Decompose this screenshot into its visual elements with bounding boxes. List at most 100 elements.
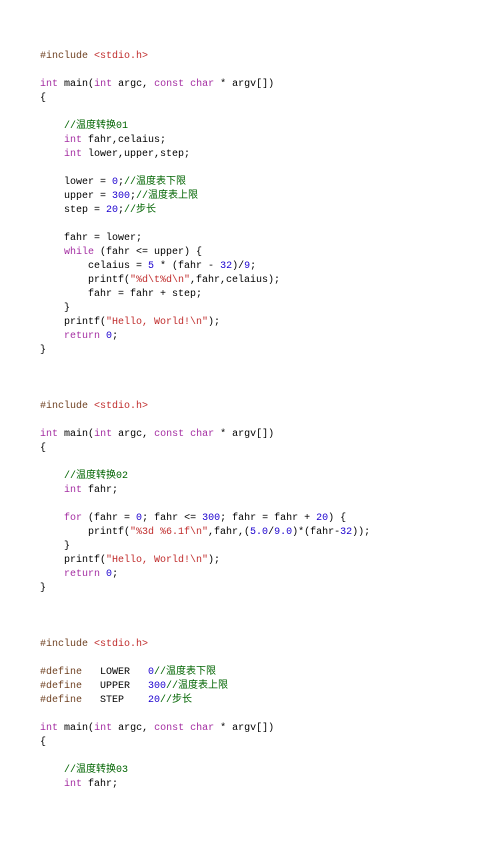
brace: } [40, 345, 46, 356]
comment: //温度表下限 [124, 177, 186, 188]
fn-main: main [64, 79, 88, 90]
txt: LOWER [82, 667, 148, 678]
txt: ) { [328, 513, 346, 524]
num: 32 [220, 261, 232, 272]
kw-int: int [64, 485, 82, 496]
fn-main: main [64, 429, 88, 440]
preproc-define: #define [40, 681, 82, 692]
kw-const: const [154, 79, 184, 90]
kw-int: int [64, 779, 82, 790]
txt: ; [112, 331, 118, 342]
txt: * argv[]) [214, 429, 274, 440]
num: 300 [202, 513, 220, 524]
txt: printf( [40, 275, 130, 286]
preproc-include: #include [40, 639, 88, 650]
kw-char: char [190, 79, 214, 90]
include-path: <stdio.h> [94, 401, 148, 412]
txt: * argv[]) [214, 79, 274, 90]
preproc-include: #include [40, 51, 88, 62]
txt: fahr; [82, 779, 118, 790]
txt: * (fahr - [154, 261, 220, 272]
num: 32 [340, 527, 352, 538]
code-block-1: #include <stdio.h> int main(int argc, co… [40, 50, 460, 792]
string: "%d\t%d\n" [130, 275, 190, 286]
txt: ; [112, 569, 118, 580]
txt: )/ [232, 261, 244, 272]
num: 20 [148, 695, 160, 706]
txt: lower = [40, 177, 112, 188]
txt: )*(fahr- [292, 527, 340, 538]
comment: //温度转换02 [64, 471, 128, 482]
preproc-include: #include [40, 401, 88, 412]
txt: ; fahr <= [142, 513, 202, 524]
brace: { [40, 443, 46, 454]
kw-char: char [190, 723, 214, 734]
txt: * argv[]) [214, 723, 274, 734]
txt: (fahr = [82, 513, 136, 524]
comment: //温度转换03 [64, 765, 128, 776]
preproc-define: #define [40, 695, 82, 706]
num: 20 [316, 513, 328, 524]
txt: step = [40, 205, 106, 216]
txt: ); [208, 555, 220, 566]
txt: ,fahr,celaius); [190, 275, 280, 286]
txt: lower,upper,step; [82, 149, 190, 160]
kw-int: int [94, 79, 112, 90]
comment: //步长 [124, 205, 156, 216]
string: "Hello, World!\n" [106, 555, 208, 566]
txt: ); [208, 317, 220, 328]
comment: //温度转换01 [64, 121, 128, 132]
txt: argc, [112, 723, 154, 734]
kw-int: int [64, 149, 82, 160]
txt: ; [250, 261, 256, 272]
kw-char: char [190, 429, 214, 440]
txt: } [40, 303, 70, 314]
txt: celaius = [40, 261, 148, 272]
num: 5.0 [250, 527, 268, 538]
txt: printf( [40, 317, 106, 328]
txt: printf( [40, 527, 130, 538]
comment: //步长 [160, 695, 192, 706]
include-path: <stdio.h> [94, 51, 148, 62]
comment: //温度表上限 [136, 191, 198, 202]
txt: } [40, 541, 70, 552]
kw-return: return [64, 331, 100, 342]
comment: //温度表下限 [154, 667, 216, 678]
kw-int: int [40, 723, 58, 734]
txt: (fahr <= upper) { [94, 247, 202, 258]
preproc-define: #define [40, 667, 82, 678]
txt: fahr = lower; [40, 233, 142, 244]
include-path: <stdio.h> [94, 639, 148, 650]
kw-const: const [154, 723, 184, 734]
txt: )); [352, 527, 370, 538]
kw-int: int [94, 429, 112, 440]
num: 300 [148, 681, 166, 692]
txt: STEP [82, 695, 148, 706]
num: 9.0 [274, 527, 292, 538]
txt: fahr; [82, 485, 118, 496]
brace: } [40, 583, 46, 594]
txt: printf( [40, 555, 106, 566]
kw-int: int [64, 135, 82, 146]
txt: UPPER [82, 681, 148, 692]
txt: argc, [112, 429, 154, 440]
brace: { [40, 93, 46, 104]
txt: ,fahr,( [208, 527, 250, 538]
num: 300 [112, 191, 130, 202]
kw-int: int [40, 79, 58, 90]
txt: fahr,celaius; [82, 135, 166, 146]
txt: argc, [112, 79, 154, 90]
kw-while: while [64, 247, 94, 258]
fn-main: main [64, 723, 88, 734]
txt: fahr = fahr + step; [40, 289, 202, 300]
num: 20 [106, 205, 118, 216]
txt: upper = [40, 191, 112, 202]
comment: //温度表上限 [166, 681, 228, 692]
kw-for: for [64, 513, 82, 524]
kw-int: int [94, 723, 112, 734]
kw-return: return [64, 569, 100, 580]
kw-int: int [40, 429, 58, 440]
txt: ; fahr = fahr + [220, 513, 316, 524]
brace: { [40, 737, 46, 748]
kw-const: const [154, 429, 184, 440]
